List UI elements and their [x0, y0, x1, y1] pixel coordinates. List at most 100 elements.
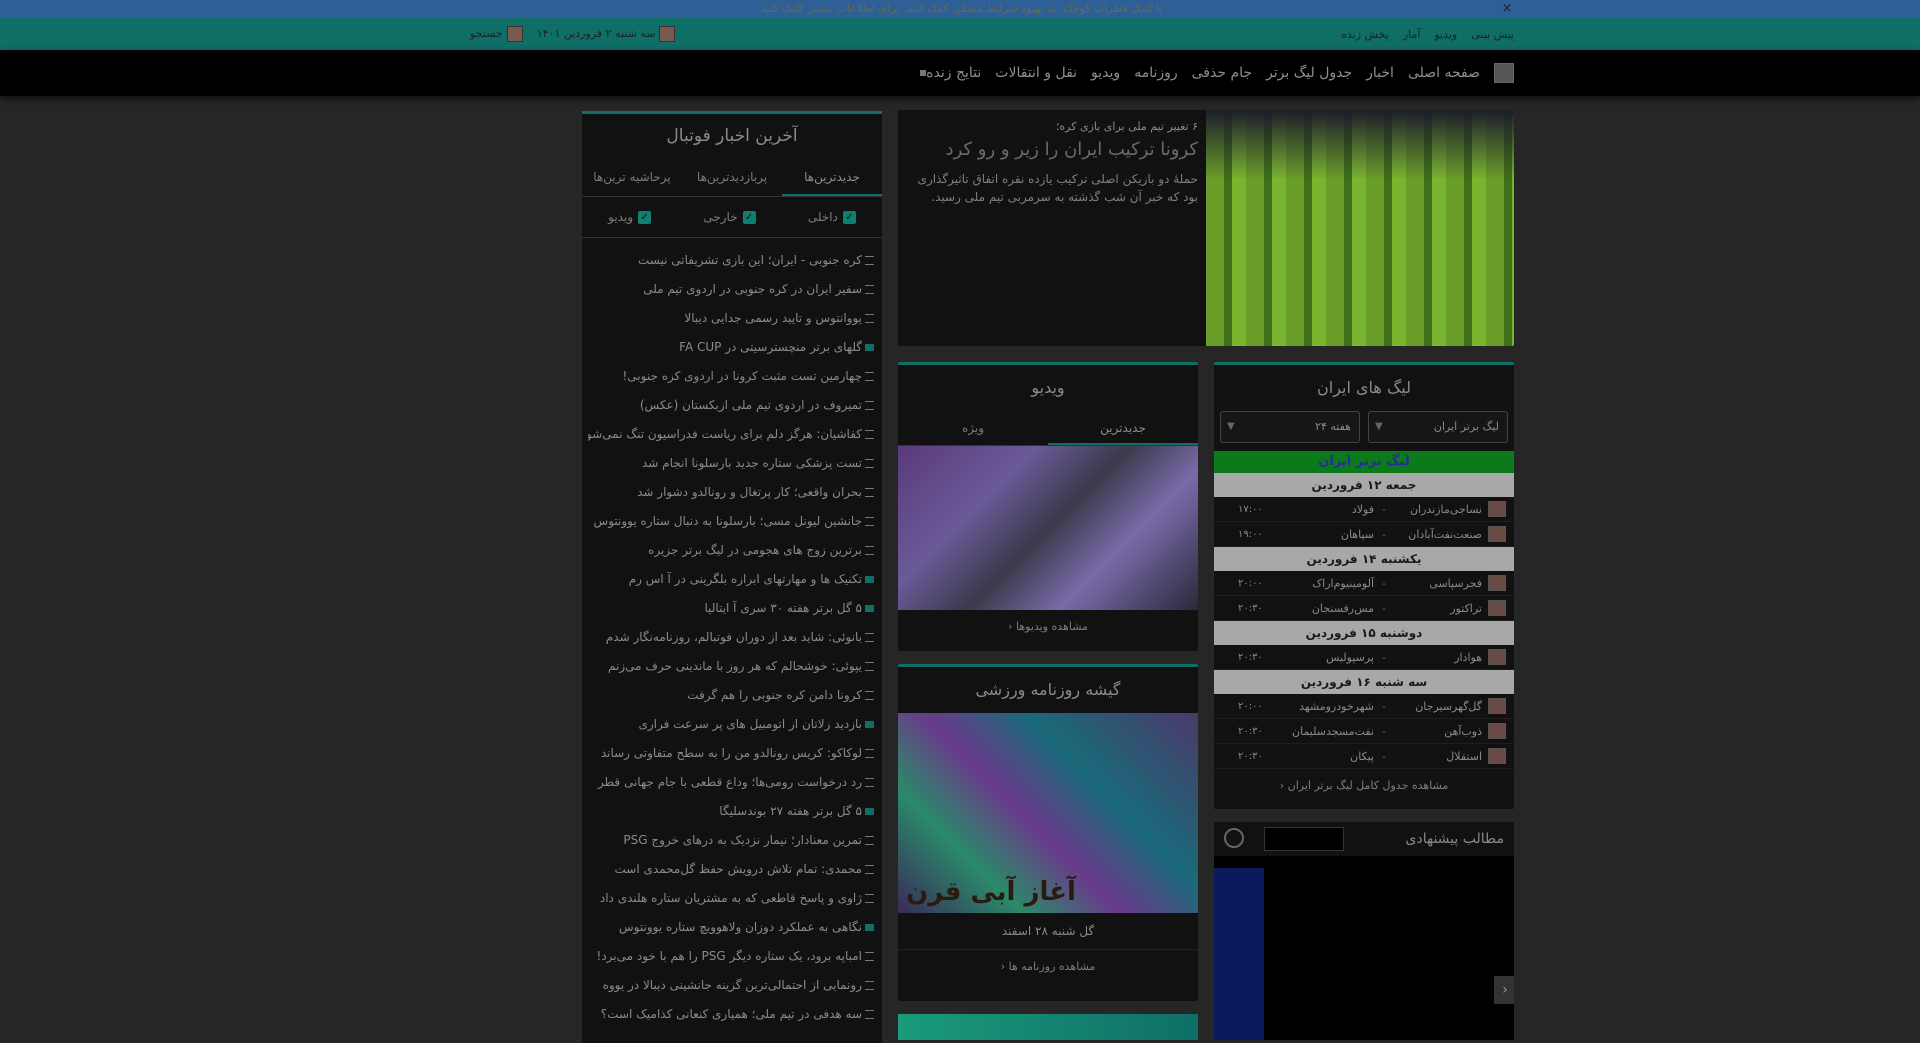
news-item-title[interactable]: تست پزشکی ستاره جدید بارسلونا انجام شد — [642, 456, 862, 470]
news-item-title[interactable]: بازدید زلاتان از اتومبیل های پر سرعت فرا… — [638, 717, 862, 731]
news-item[interactable]: تمیروف در اردوی تیم ملی ازبکستان (عکس) — [588, 391, 874, 420]
news-item[interactable]: کرونا دامن کره جنوبی را هم گرفت — [588, 681, 874, 710]
search-link[interactable]: جستجو — [470, 26, 523, 42]
suggested-item-image[interactable] — [1214, 868, 1264, 1040]
news-item-title[interactable]: جانشین لیونل مسی؛ بارسلونا به دنبال ستار… — [594, 514, 862, 528]
banner-text[interactable]: با کمک قطرات کوچک، به بهبود شرایط مسکن ک… — [757, 2, 1162, 15]
news-item[interactable]: کفاشیان: هرگز دلم برای ریاست فدراسیون تن… — [588, 420, 874, 449]
news-item-title[interactable]: رونمایی از احتمالی‌ترین گزینه جانشینی دی… — [603, 978, 862, 992]
news-item[interactable]: تست پزشکی ستاره جدید بارسلونا انجام شد — [588, 449, 874, 478]
match-row[interactable]: استقلال - پیکان ۲۰:۳۰ — [1214, 744, 1514, 769]
news-item[interactable]: رد درخواست رومی‌ها؛ وداع قطعی با جام جها… — [588, 768, 874, 797]
news-item[interactable]: امباپه برود، یک ستاره دیگر PSG را هم با … — [588, 942, 874, 971]
nav-transfers[interactable]: نقل و انتقالات — [995, 65, 1077, 81]
close-icon[interactable]: × — [1498, 0, 1516, 18]
match-row[interactable]: فجرسپاسی - آلومینیوم‌اراک ۲۰:۰۰ — [1214, 571, 1514, 596]
match-row[interactable]: گل‌گهرسیرجان - شهرخودرومشهد ۲۰:۰۰ — [1214, 694, 1514, 719]
top-link-video[interactable]: ویدیو — [1434, 28, 1457, 41]
news-item[interactable]: ژاوی و پاسخ قاطعی که به مشتریان ستاره هل… — [588, 884, 874, 913]
news-item[interactable]: بازدید زلاتان از اتومبیل های پر سرعت فرا… — [588, 710, 874, 739]
hero-image[interactable] — [1206, 110, 1514, 346]
news-item[interactable]: تکنیک ها و مهارتهای ابرازه بلگرینی در آ … — [588, 565, 874, 594]
news-item-title[interactable]: چهارمین تست مثبت کرونا در اردوی کره جنوب… — [622, 369, 862, 383]
match-row[interactable]: نساجی‌مازندران - فولاد ۱۷:۰۰ — [1214, 497, 1514, 522]
news-item[interactable]: گلهای برتر منچسترسیتی در FA CUP — [588, 333, 874, 362]
tab-newest[interactable]: جدیدترین‌ها — [782, 158, 882, 196]
news-item-title[interactable]: کرونا دامن کره جنوبی را هم گرفت — [687, 688, 862, 702]
news-item-title[interactable]: بحران واقعی؛ کار پرتغال و رونالدو دشوار … — [637, 485, 862, 499]
hero-story[interactable]: ۶ تغییر تیم ملی برای بازی کره؛ کرونا ترک… — [898, 110, 1514, 346]
news-item-title[interactable]: سفیر ایران در کره جنوبی در اردوی تیم ملی — [643, 282, 862, 296]
news-item-title[interactable]: یووانتوس و تایید رسمی جدایی دیبالا — [684, 311, 862, 325]
tab-most-viewed[interactable]: پربازدیدترین‌ها — [682, 158, 782, 196]
announcement-banner[interactable]: با کمک قطرات کوچک، به بهبود شرایط مسکن ک… — [0, 0, 1920, 18]
videos-link[interactable]: مشاهده ویدیوها ‹ — [898, 610, 1198, 644]
news-item-title[interactable]: بانوئی: شاید بعد از دوران فوتبالم، روزنا… — [606, 630, 862, 644]
news-item[interactable]: جانشین لیونل مسی؛ بارسلونا به دنبال ستار… — [588, 507, 874, 536]
match-row[interactable]: ذوب‌آهن - نفت‌مسجدسلیمان ۲۰:۳۰ — [1214, 719, 1514, 744]
newspapers-link[interactable]: مشاهده روزنامه ها ‹ — [898, 950, 1198, 984]
news-item-title[interactable]: برترین زوج های هجومی در لیگ برتر جزیره — [648, 543, 862, 557]
league-select[interactable]: لیگ برتر ایران ▼ — [1368, 411, 1508, 443]
news-item-title[interactable]: گلهای برتر منچسترسیتی در FA CUP — [679, 340, 862, 354]
news-item-title[interactable]: کفاشیان: هرگز دلم برای ریاست فدراسیون تن… — [588, 427, 862, 441]
hero-title[interactable]: کرونا ترکیب ایران را زیر و رو کرد — [906, 139, 1198, 160]
news-item[interactable]: برترین زوج های هجومی در لیگ برتر جزیره — [588, 536, 874, 565]
nav-league-table[interactable]: جدول لیگ برتر — [1266, 65, 1352, 81]
filter-domestic[interactable]: ✓داخلی — [808, 210, 856, 224]
filter-video[interactable]: ✓ویدیو — [608, 210, 652, 224]
news-item[interactable]: لوکاکو: کریس رونالدو من را به سطح متفاوت… — [588, 739, 874, 768]
news-item-title[interactable]: نگاهی به عملکرد دوزان ولاهوویچ ستاره یوو… — [619, 920, 862, 934]
news-item-title[interactable]: ۵ گل برتر هفته ۲۷ بوندسلیگا — [719, 804, 862, 818]
video-thumbnail[interactable] — [898, 446, 1198, 610]
newspaper-caption[interactable]: گل شنبه ۲۸ اسفند — [898, 913, 1198, 950]
news-item-title[interactable]: یپوئی: خوشحالم که هر روز با ماندینی حرف … — [608, 659, 862, 673]
nav-news[interactable]: اخبار — [1366, 65, 1394, 81]
nav-cup[interactable]: جام حذفی — [1192, 65, 1252, 81]
news-item-title[interactable]: تکنیک ها و مهارتهای ابرازه بلگرینی در آ … — [629, 572, 862, 586]
nav-live-results[interactable]: نتایج زنده — [916, 65, 981, 81]
site-logo[interactable] — [1494, 63, 1514, 83]
news-item-title[interactable]: سه هدفی در تیم ملی؛ همیاری کنعانی کذامیک… — [601, 1007, 862, 1021]
news-item-title[interactable]: ژاوی و پاسخ قاطعی که به مشتریان ستاره هل… — [600, 891, 862, 905]
news-item[interactable]: سفیر ایران در کره جنوبی در اردوی تیم ملی — [588, 275, 874, 304]
news-item-title[interactable]: لوکاکو: کریس رونالدو من را به سطح متفاوت… — [601, 746, 862, 760]
top-link-stats[interactable]: آمار — [1403, 28, 1421, 41]
checkbox-icon[interactable]: ✓ — [742, 211, 756, 224]
news-item[interactable]: نگاهی به عملکرد دوزان ولاهوویچ ستاره یوو… — [588, 913, 874, 942]
top-link-live[interactable]: پخش زنده — [1341, 28, 1389, 41]
news-item-title[interactable]: تمرین معنادار؛ نیمار نزدیک به درهای خروج… — [623, 833, 862, 847]
news-item[interactable]: یووانتوس و تایید رسمی جدایی دیبالا — [588, 304, 874, 333]
tab-video-featured[interactable]: ویژه — [898, 411, 1048, 445]
news-item-title[interactable]: امباپه برود، یک ستاره دیگر PSG را هم با … — [597, 949, 862, 963]
checkbox-icon[interactable]: ✓ — [638, 211, 652, 224]
news-item[interactable]: ۵ گل برتر هفته ۲۷ بوندسلیگا — [588, 797, 874, 826]
news-item-title[interactable]: تمیروف در اردوی تیم ملی ازبکستان (عکس) — [640, 398, 862, 412]
news-item[interactable]: چهارمین تست مثبت کرونا در اردوی کره جنوب… — [588, 362, 874, 391]
news-item-title[interactable]: رد درخواست رومی‌ها؛ وداع قطعی با جام جها… — [598, 775, 862, 789]
match-row[interactable]: صنعت‌نفت‌آبادان - سپاهان ۱۹:۰۰ — [1214, 522, 1514, 547]
news-item[interactable]: تمرین معنادار؛ نیمار نزدیک به درهای خروج… — [588, 826, 874, 855]
week-select[interactable]: هفته ۲۴ ▼ — [1220, 411, 1360, 443]
nav-home[interactable]: صفحه اصلی — [1408, 65, 1480, 81]
match-row[interactable]: هوادار - پرسپولیس ۲۰:۳۰ — [1214, 645, 1514, 670]
filter-foreign[interactable]: ✓خارجی — [703, 210, 756, 224]
nav-newspaper[interactable]: روزنامه — [1134, 65, 1177, 81]
carousel-next-button[interactable]: ‹ — [1496, 976, 1514, 1004]
news-item[interactable]: بانوئی: شاید بعد از دوران فوتبالم، روزنا… — [588, 623, 874, 652]
league-table-link[interactable]: مشاهده جدول کامل لیگ برتر ایران ‹ — [1214, 769, 1514, 803]
news-item-title[interactable]: محمدی: تمام تلاش درویش حفظ گل‌محمدی است — [615, 862, 862, 876]
news-item[interactable]: بحران واقعی؛ کار پرتغال و رونالدو دشوار … — [588, 478, 874, 507]
news-item[interactable]: کره جنوبی - ایران؛ این بازی تشریفاتی نیس… — [588, 246, 874, 275]
news-item[interactable]: سه هدفی در تیم ملی؛ همیاری کنعانی کذامیک… — [588, 1000, 874, 1029]
top-link-predict[interactable]: پیش بینی — [1471, 28, 1514, 41]
news-item[interactable]: ۵ گل برتر هفته ۳۰ سری آ ایتالیا — [588, 594, 874, 623]
news-item[interactable]: رونمایی از احتمالی‌ترین گزینه جانشینی دی… — [588, 971, 874, 1000]
news-item[interactable]: یپوئی: خوشحالم که هر روز با ماندینی حرف … — [588, 652, 874, 681]
news-item[interactable]: محمدی: تمام تلاش درویش حفظ گل‌محمدی است — [588, 855, 874, 884]
banner-ad[interactable] — [898, 1014, 1198, 1040]
match-row[interactable]: تراکتور - مس‌رفسنجان ۲۰:۳۰ — [1214, 596, 1514, 621]
news-item-title[interactable]: ۵ گل برتر هفته ۳۰ سری آ ایتالیا — [704, 601, 862, 615]
news-item-title[interactable]: کره جنوبی - ایران؛ این بازی تشریفاتی نیس… — [638, 253, 862, 267]
newspaper-cover[interactable]: آغاز آبی قرن — [898, 713, 1198, 913]
